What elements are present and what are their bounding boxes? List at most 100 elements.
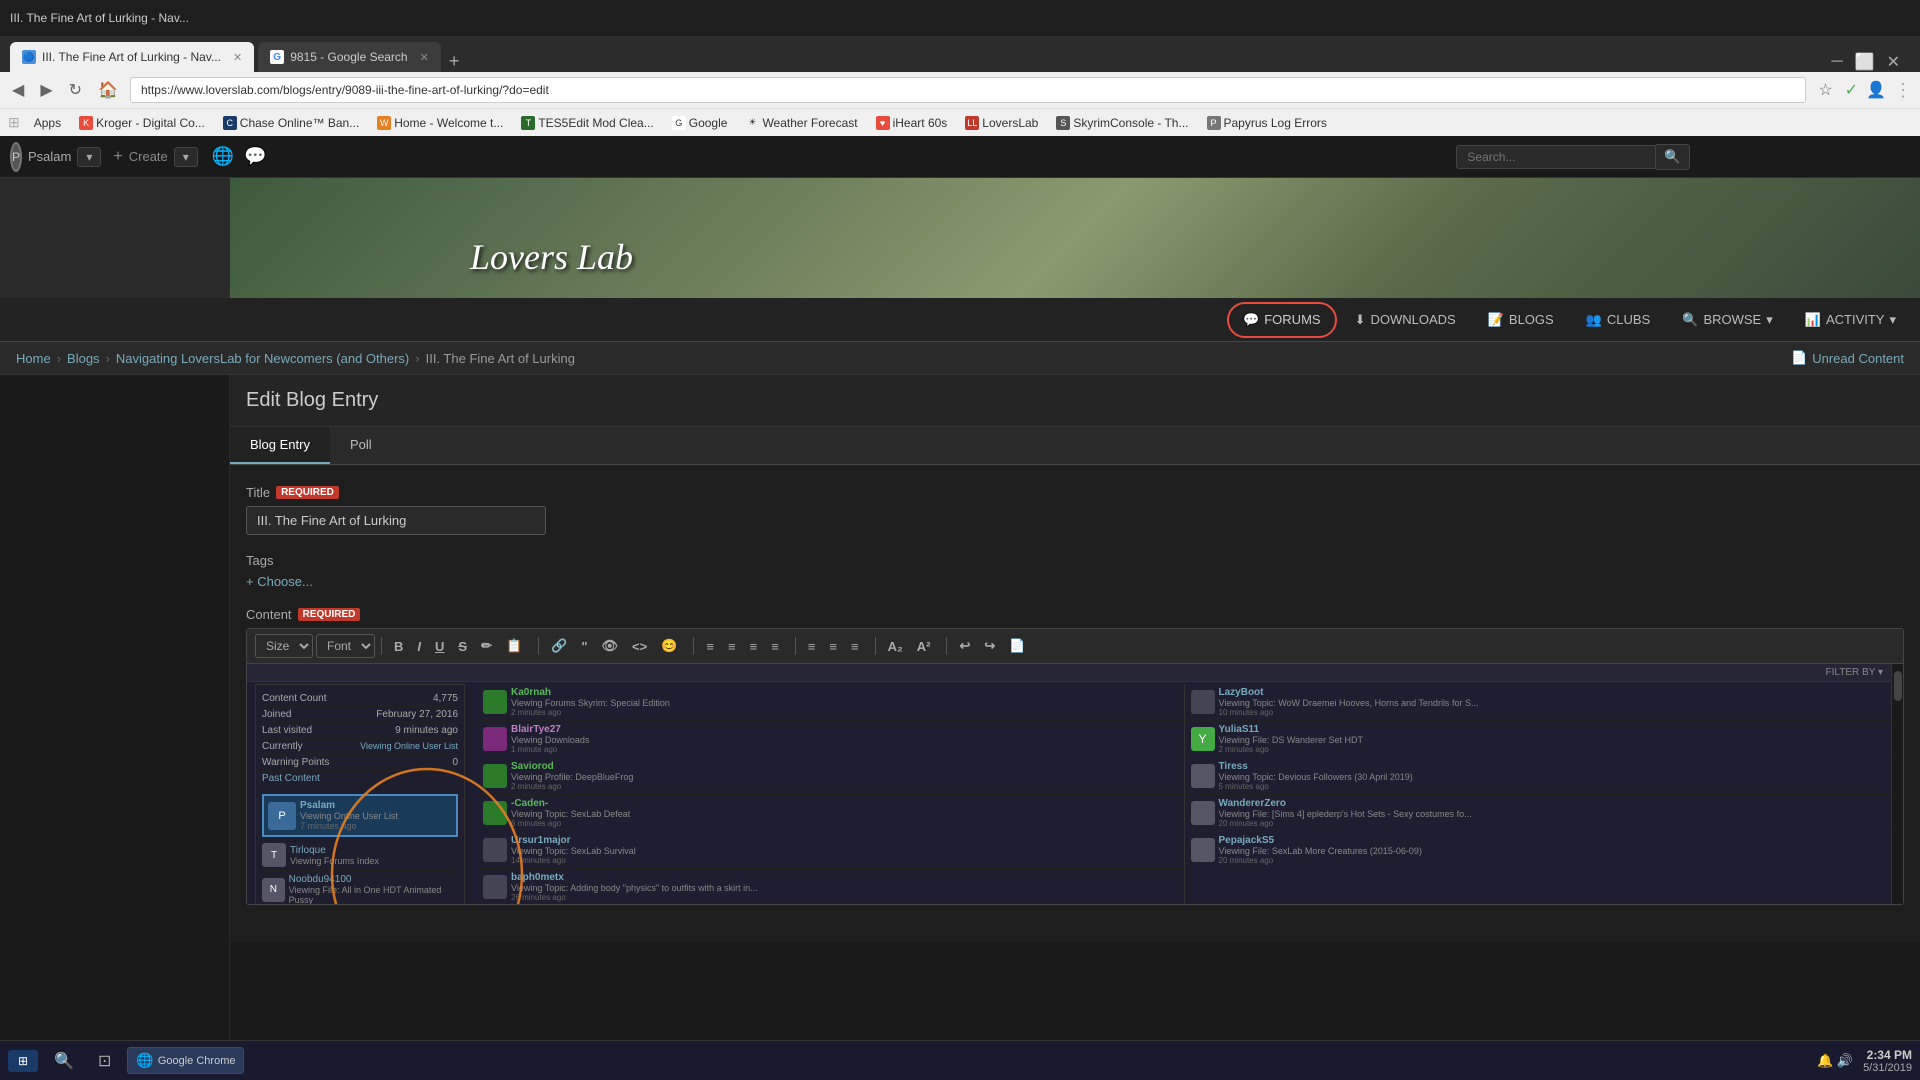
user-dropdown-button[interactable]: ▾ — [77, 147, 101, 167]
indent-button[interactable]: ≡ — [744, 636, 764, 657]
tiress-time: 5 minutes ago — [1219, 782, 1413, 791]
superscript-button[interactable]: A² — [911, 636, 937, 657]
clipboard-button[interactable]: 📋 — [500, 635, 528, 657]
bookmark-chase-label: Chase Online™ Ban... — [240, 116, 359, 130]
search-button[interactable]: 🔍 — [1656, 144, 1690, 170]
redo-button[interactable]: ↪ — [978, 635, 1001, 657]
main-nav: 💬 FORUMS ⬇ DOWNLOADS 📝 BLOGS 👥 CLUBS 🔍 — [0, 298, 1920, 342]
create-icon[interactable]: + — [113, 148, 122, 166]
activity-dropdown-icon: ▾ — [1889, 312, 1896, 328]
quote-button[interactable]: " — [575, 636, 593, 657]
globe-icon[interactable]: 🌐 — [212, 146, 234, 167]
task-view-button[interactable]: ⊡ — [90, 1047, 119, 1075]
create-label[interactable]: Create — [129, 149, 168, 164]
font-select[interactable]: Font — [316, 634, 375, 658]
align-left-button[interactable]: ≡ — [802, 636, 822, 657]
nav-item-browse[interactable]: 🔍 BROWSE ▾ — [1668, 304, 1787, 336]
tab-close-1[interactable]: ✕ — [233, 51, 242, 64]
browse-label: BROWSE — [1703, 312, 1761, 327]
add-tag-button[interactable]: + Choose... — [246, 574, 313, 589]
emoji-button[interactable]: 😊 — [655, 635, 683, 657]
breadcrumb-home[interactable]: Home — [16, 351, 51, 366]
underline-button[interactable]: U — [429, 636, 450, 657]
size-select[interactable]: Size — [255, 634, 313, 658]
saviorod-name: Saviorod — [511, 761, 633, 772]
bookmark-google[interactable]: G Google — [668, 114, 732, 132]
sort-label: FILTER BY ▾ — [1826, 667, 1883, 678]
reload-button[interactable]: ↻ — [65, 80, 86, 100]
list-ordered-button[interactable]: ≡ — [722, 636, 742, 657]
align-center-button[interactable]: ≡ — [823, 636, 843, 657]
highlight-button[interactable]: ✏ — [475, 635, 498, 657]
online-users-right-col: LazyBoot Viewing Topic: WoW Draemei Hoov… — [1185, 684, 1892, 904]
maximize-button[interactable]: ⬜ — [1855, 52, 1875, 72]
bookmark-apps[interactable]: Apps — [30, 114, 65, 132]
active-tab[interactable]: 🔵 III. The Fine Art of Lurking - Nav... … — [10, 42, 254, 72]
bookmark-chase[interactable]: C Chase Online™ Ban... — [219, 114, 363, 132]
breadcrumb-blogs[interactable]: Blogs — [67, 351, 100, 366]
minimize-button[interactable]: ─ — [1831, 53, 1842, 71]
bookmark-kroger[interactable]: K Kroger - Digital Co... — [75, 114, 209, 132]
source-button[interactable]: 📄 — [1003, 635, 1031, 657]
bookmark-iheart[interactable]: ♥ iHeart 60s — [872, 114, 952, 132]
link-button[interactable]: 🔗 — [545, 635, 573, 657]
noobdu-action: Viewing File: All in One HDT Animated Pu… — [289, 885, 458, 904]
taskbar-chrome[interactable]: 🌐 Google Chrome — [127, 1047, 244, 1074]
unread-content-link[interactable]: 📄 Unread Content — [1791, 350, 1904, 366]
strikethrough-button[interactable]: S — [452, 636, 473, 657]
back-button[interactable]: ◀ — [8, 80, 28, 100]
breadcrumb-nav[interactable]: Navigating LoversLab for Newcomers (and … — [116, 351, 409, 366]
bold-button[interactable]: B — [388, 636, 409, 657]
bookmark-button[interactable]: ☆ — [1814, 80, 1836, 100]
editor-content-area[interactable]: FILTER BY ▾ Content Count 4,775 — [247, 664, 1903, 904]
script-group: A₂ A² — [882, 636, 937, 657]
tab-label-1: III. The Fine Art of Lurking - Nav... — [42, 50, 221, 64]
bookmark-skyrim-label: SkyrimConsole - Th... — [1073, 116, 1188, 130]
bookmark-weather[interactable]: ☀ Weather Forecast — [741, 114, 861, 132]
nav-item-blogs[interactable]: 📝 BLOGS — [1474, 304, 1568, 336]
bookmark-loverslab[interactable]: LL LoversLab — [961, 114, 1042, 132]
code-button[interactable]: <> — [626, 636, 653, 657]
nav-item-clubs[interactable]: 👥 CLUBS — [1572, 304, 1665, 336]
nav-item-activity[interactable]: 📊 ACTIVITY ▾ — [1791, 304, 1910, 336]
list-unordered-button[interactable]: ≡ — [700, 636, 720, 657]
bookmark-papyrus-label: Papyrus Log Errors — [1224, 116, 1327, 130]
tab-blog-entry[interactable]: Blog Entry — [230, 427, 330, 464]
breadcrumb: Home › Blogs › Navigating LoversLab for … — [16, 351, 575, 366]
apps-icon[interactable]: ⊞ — [8, 114, 20, 131]
scrollbar-thumb[interactable] — [1894, 671, 1902, 701]
address-input[interactable] — [130, 77, 1806, 103]
kaornah-action: Viewing Forums Skyrim: Special Edition — [511, 698, 670, 708]
editor-scrollbar[interactable] — [1891, 664, 1903, 904]
bookmark-skyrim[interactable]: S SkyrimConsole - Th... — [1052, 114, 1192, 132]
currently-label: Currently — [262, 741, 303, 752]
inactive-tab[interactable]: G 9815 - Google Search ✕ — [258, 42, 441, 72]
baph-avatar — [483, 875, 507, 899]
outdent-button[interactable]: ≡ — [765, 636, 785, 657]
bookmark-tes5edit[interactable]: T TES5Edit Mod Clea... — [517, 114, 657, 132]
tab-poll[interactable]: Poll — [330, 427, 392, 464]
align-right-button[interactable]: ≡ — [845, 636, 865, 657]
title-input[interactable] — [246, 506, 546, 535]
start-button[interactable]: ⊞ — [8, 1050, 38, 1072]
nav-item-downloads[interactable]: ⬇ DOWNLOADS — [1341, 304, 1470, 336]
tab-close-2[interactable]: ✕ — [420, 51, 429, 64]
chat-icon[interactable]: 💬 — [244, 146, 266, 167]
search-input[interactable] — [1456, 145, 1656, 169]
new-tab-button[interactable]: + — [441, 51, 468, 72]
bookmark-home[interactable]: W Home - Welcome t... — [373, 114, 507, 132]
italic-button[interactable]: I — [411, 636, 427, 657]
close-button[interactable]: ✕ — [1887, 52, 1900, 72]
bookmark-papyrus[interactable]: P Papyrus Log Errors — [1203, 114, 1331, 132]
nav-item-forums[interactable]: 💬 FORUMS — [1227, 302, 1337, 338]
create-dropdown-button[interactable]: ▾ — [174, 147, 198, 167]
subscript-button[interactable]: A₂ — [882, 636, 909, 657]
undo-button[interactable]: ↩ — [953, 635, 976, 657]
search-taskbar-button[interactable]: 🔍 — [46, 1047, 82, 1075]
past-content-label[interactable]: Past Content — [262, 773, 320, 784]
spoiler-button[interactable]: 👁 — [596, 635, 625, 657]
forward-button[interactable]: ▶ — [36, 80, 56, 100]
home-button[interactable]: 🏠 — [94, 80, 122, 100]
list-group: ≡ ≡ ≡ ≡ — [700, 636, 784, 657]
extensions-icon[interactable]: ⋮ — [1894, 80, 1912, 101]
